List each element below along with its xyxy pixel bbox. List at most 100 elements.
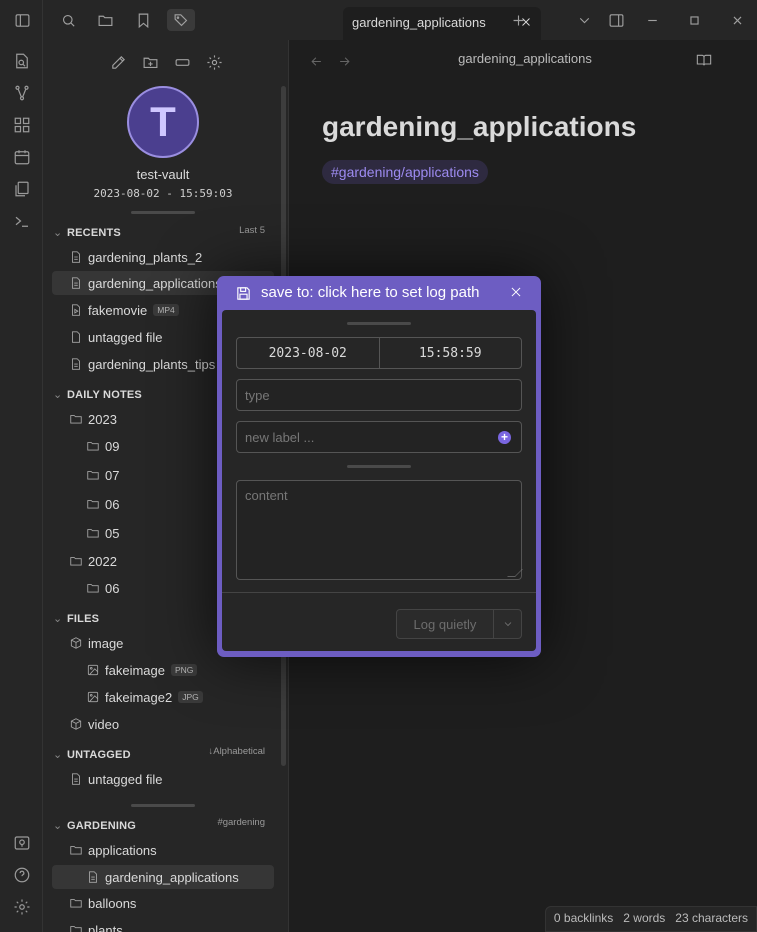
drag-handle[interactable] xyxy=(347,322,411,325)
folder-item[interactable]: 06 xyxy=(86,492,119,516)
gardening-header-label: GARDENING xyxy=(67,820,137,832)
sidebar-settings-icon[interactable] xyxy=(204,52,224,72)
untagged-header[interactable]: ⌄ UNTAGGED xyxy=(53,748,131,761)
chevron-down-icon[interactable] xyxy=(493,610,521,638)
templates-icon[interactable] xyxy=(12,179,32,199)
file-item[interactable]: untagged file xyxy=(69,767,162,791)
time-field[interactable]: 15:58:59 xyxy=(378,338,522,368)
folder-label: 05 xyxy=(105,525,120,541)
gardening-header[interactable]: ⌄ GARDENING xyxy=(53,819,136,832)
type-placeholder: type xyxy=(245,388,270,403)
new-tab-icon[interactable] xyxy=(506,9,530,31)
folder-item[interactable]: 06 xyxy=(86,576,119,600)
type-input[interactable]: type xyxy=(236,379,522,411)
folder-item[interactable]: balloons xyxy=(69,891,136,915)
recent-item[interactable]: gardening_plants_tips xyxy=(69,352,215,376)
note-tag[interactable]: #gardening/applications xyxy=(322,160,488,184)
backlinks-count[interactable]: 0 backlinks xyxy=(554,911,613,927)
modal-body: 2023-08-02 15:58:59 type new label ... +… xyxy=(222,310,536,651)
divider xyxy=(131,211,195,214)
resize-handle-icon[interactable] xyxy=(507,569,523,577)
folder-item[interactable]: 2023 xyxy=(69,407,117,431)
more-actions-icon[interactable] xyxy=(172,52,192,72)
vault-name: test-vault xyxy=(136,167,190,182)
files-header[interactable]: ⌄ FILES xyxy=(53,612,99,625)
folder-item[interactable]: applications xyxy=(69,838,157,862)
log-path-link[interactable]: save to: click here to set log path xyxy=(261,284,479,301)
save-icon xyxy=(235,285,252,302)
toggle-sidebar-icon[interactable] xyxy=(10,9,34,31)
toggle-right-sidebar-icon[interactable] xyxy=(604,9,628,31)
terminal-icon[interactable] xyxy=(12,211,32,231)
vault-switcher-icon[interactable] xyxy=(12,833,32,853)
folder-item[interactable]: 09 xyxy=(86,434,119,458)
log-quietly-button[interactable]: Log quietly xyxy=(396,609,522,639)
open-quick-switcher-icon[interactable] xyxy=(12,51,32,71)
folder-item[interactable]: video xyxy=(69,712,119,736)
new-folder-icon[interactable] xyxy=(140,52,160,72)
file-type-badge: MP4 xyxy=(153,304,179,316)
tab-list-chevron-icon[interactable] xyxy=(572,9,596,31)
folder-item[interactable]: plants xyxy=(69,918,123,932)
add-label-icon[interactable]: + xyxy=(498,431,511,444)
file-item-active[interactable]: gardening_applications xyxy=(52,865,274,889)
file-label: untagged file xyxy=(88,771,163,787)
gardening-tag[interactable]: #gardening xyxy=(217,817,265,828)
untagged-sort[interactable]: ↓Alphabetical xyxy=(208,746,265,757)
note-title[interactable]: gardening_applications xyxy=(322,111,636,143)
calendar-icon[interactable] xyxy=(12,147,32,167)
vault-datetime: 2023-08-02 - 15:59:03 xyxy=(93,187,233,200)
file-item[interactable]: fakeimage2 JPG xyxy=(86,685,203,709)
file-label: fakeimage2 xyxy=(105,689,173,705)
divider xyxy=(131,804,195,807)
daily-notes-header[interactable]: ⌄ DAILY NOTES xyxy=(53,388,142,401)
maximize-icon[interactable] xyxy=(682,9,706,31)
label-placeholder: new label ... xyxy=(245,430,315,445)
folder-label: image xyxy=(88,635,124,651)
more-options-icon[interactable] xyxy=(722,50,742,70)
graph-view-icon[interactable] xyxy=(12,83,32,103)
title-bar: gardening_applications xyxy=(43,0,757,40)
tags-icon[interactable] xyxy=(167,9,195,31)
log-modal: save to: click here to set log path 2023… xyxy=(217,276,541,657)
recent-item[interactable]: untagged file xyxy=(69,325,162,349)
recents-aux[interactable]: Last 5 xyxy=(239,225,265,236)
status-bar: 0 backlinks 2 words 23 characters xyxy=(544,906,757,932)
bookmark-icon[interactable] xyxy=(131,9,155,31)
folder-icon[interactable] xyxy=(93,9,117,31)
word-count: 2 words xyxy=(623,911,666,925)
recent-item-label: untagged file xyxy=(88,329,163,345)
folder-item[interactable]: 07 xyxy=(86,463,119,487)
search-icon[interactable] xyxy=(56,9,80,31)
file-type-badge: PNG xyxy=(170,664,198,676)
help-icon[interactable] xyxy=(12,865,32,885)
reading-mode-icon[interactable] xyxy=(694,50,714,70)
file-item[interactable]: fakeimage PNG xyxy=(86,658,198,682)
log-quietly-label[interactable]: Log quietly xyxy=(397,610,493,638)
close-window-icon[interactable] xyxy=(725,9,749,31)
recent-item-label: gardening_plants_tips xyxy=(88,356,216,372)
new-note-icon[interactable] xyxy=(108,52,128,72)
folder-item[interactable]: image xyxy=(69,631,123,655)
file-label: gardening_applications xyxy=(105,869,239,885)
drag-handle[interactable] xyxy=(347,465,411,468)
recent-item[interactable]: gardening_plants_2 xyxy=(69,245,202,269)
content-textarea[interactable]: content xyxy=(236,480,523,580)
label-input[interactable]: new label ... + xyxy=(236,421,522,453)
recents-header[interactable]: ⌄ RECENTS xyxy=(53,226,121,239)
recents-header-label: RECENTS xyxy=(67,227,121,239)
view-header-title[interactable]: gardening_applications xyxy=(290,51,757,66)
canvas-icon[interactable] xyxy=(12,115,32,135)
daily-notes-header-label: DAILY NOTES xyxy=(67,389,142,401)
folder-item[interactable]: 2022 xyxy=(69,549,117,573)
folder-label: 2022 xyxy=(88,553,117,569)
date-field[interactable]: 2023-08-02 xyxy=(237,338,379,368)
folder-label: balloons xyxy=(88,895,137,911)
folder-item[interactable]: 05 xyxy=(86,521,119,545)
settings-icon[interactable] xyxy=(12,897,32,917)
vault-avatar[interactable]: T xyxy=(127,86,199,158)
close-modal-icon[interactable] xyxy=(509,285,525,301)
folder-label: 2023 xyxy=(88,411,117,427)
minimize-icon[interactable] xyxy=(640,9,664,31)
recent-item[interactable]: fakemovie MP4 xyxy=(69,298,179,322)
